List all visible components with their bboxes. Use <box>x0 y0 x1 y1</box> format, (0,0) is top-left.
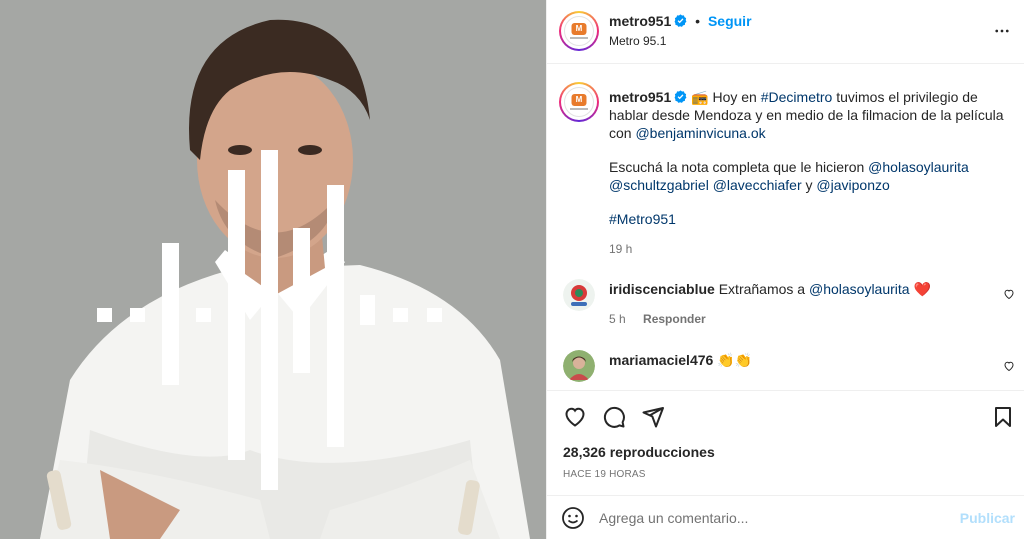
bookmark-icon[interactable] <box>991 405 1015 429</box>
header-username-row: metro951 • Seguir <box>609 13 752 29</box>
commenter-avatar[interactable] <box>563 350 595 382</box>
comment-like-heart-icon[interactable] <box>1003 288 1015 300</box>
avatar-image <box>563 279 595 311</box>
comment-like-heart-icon[interactable] <box>1003 360 1015 372</box>
eq-bar <box>261 150 278 490</box>
caption-text-3: Escuchá la nota completa que le hicieron <box>609 159 869 175</box>
author-avatar[interactable]: M <box>559 11 599 51</box>
comment-timestamp[interactable]: 5 h <box>609 312 626 326</box>
caption-text: metro951 📻 Hoy en #Decimetro tuvimos el … <box>609 88 1013 228</box>
post-media[interactable] <box>0 0 546 539</box>
comment-input[interactable] <box>599 507 939 529</box>
post-header: M metro951 • Seguir Metro 95.1 <box>547 0 1024 64</box>
author-username[interactable]: metro951 <box>609 13 671 29</box>
mention-link[interactable]: @lavecchiafer <box>713 177 802 193</box>
verified-badge-icon <box>674 14 687 27</box>
commenter-username[interactable]: mariamaciel476 <box>609 352 713 368</box>
publish-button[interactable]: Publicar <box>960 510 1015 526</box>
mention-link[interactable]: @schultzgabriel <box>609 177 709 193</box>
comment-body: mariamaciel476 👏👏 <box>609 351 752 369</box>
mention-link[interactable]: @holasoylaurita <box>868 159 969 175</box>
eq-bar <box>327 185 344 447</box>
comment-text: Extrañamos a <box>718 281 809 297</box>
audio-equalizer-overlay <box>97 150 442 490</box>
mention-link[interactable]: @holasoylaurita <box>809 281 910 297</box>
eq-bar <box>130 308 145 322</box>
reply-button[interactable]: Responder <box>643 312 706 326</box>
comment-meta: 5 h Responder <box>609 312 720 326</box>
eq-bar <box>228 170 245 460</box>
caption-text-4: y <box>801 177 817 193</box>
views-count[interactable]: 28,326 reproducciones <box>563 444 715 460</box>
add-comment-bar: Publicar <box>547 495 1024 539</box>
mention-link[interactable]: @benjaminvicuna.ok <box>635 125 765 141</box>
more-options-icon[interactable] <box>993 22 1011 40</box>
comment-body: iridiscenciablue Extrañamos a @holasoyla… <box>609 280 931 298</box>
comment-icon[interactable] <box>602 405 626 429</box>
eq-bar <box>196 308 211 322</box>
eq-bar <box>360 295 375 325</box>
author-subtitle: Metro 95.1 <box>609 34 667 48</box>
caption-text-1: 📻 Hoy en <box>691 89 761 105</box>
eq-bar <box>97 308 112 322</box>
commenter-username[interactable]: iridiscenciablue <box>609 281 715 297</box>
eq-bar <box>293 228 310 373</box>
hashtag-link[interactable]: #Decimetro <box>761 89 833 105</box>
caption-username[interactable]: metro951 <box>609 89 671 105</box>
verified-badge-icon <box>674 90 687 103</box>
separator-dot: • <box>695 13 701 29</box>
caption-timestamp[interactable]: 19 h <box>609 242 632 256</box>
follow-button[interactable]: Seguir <box>708 13 752 29</box>
hashtag-link[interactable]: #Metro951 <box>609 211 676 227</box>
caption-avatar[interactable]: M <box>559 82 599 122</box>
avatar-image <box>563 350 595 382</box>
share-icon[interactable] <box>641 405 665 429</box>
emoji-icon[interactable] <box>561 506 585 530</box>
eq-bar <box>162 243 179 385</box>
heart-icon[interactable] <box>563 405 587 429</box>
eq-bar <box>427 308 442 322</box>
comment-emoji: ❤️ <box>913 281 931 297</box>
post-side-panel: M metro951 • Seguir Metro 95.1 M metro95… <box>546 0 1024 539</box>
mention-link[interactable]: @javiponzo <box>816 177 889 193</box>
commenter-avatar[interactable] <box>563 279 595 311</box>
comment-text: 👏👏 <box>717 352 753 368</box>
eq-bar <box>393 308 408 322</box>
post-date[interactable]: HACE 19 HORAS <box>563 469 646 480</box>
